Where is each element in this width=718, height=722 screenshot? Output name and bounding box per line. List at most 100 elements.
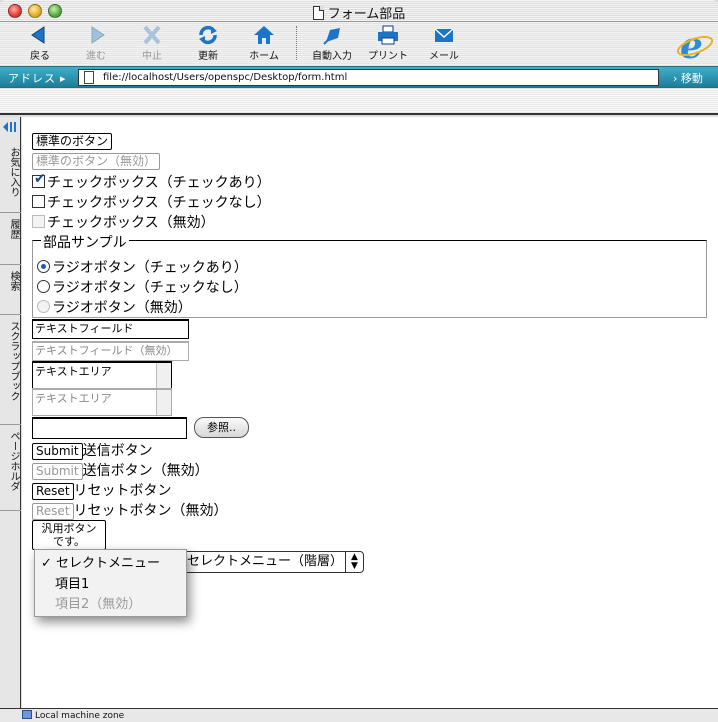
checkbox-checked[interactable]: ✔ — [32, 171, 46, 188]
toolbar-separator — [296, 26, 297, 60]
radio-unchecked[interactable] — [37, 280, 50, 293]
print-button[interactable]: プリント — [360, 24, 416, 62]
address-url: file://localhost/Users/openspc/Desktop/f… — [103, 72, 348, 83]
stop-label: 中止 — [142, 51, 162, 62]
refresh-icon — [199, 25, 217, 45]
select-option-selected[interactable]: ✓ セレクトメニュー — [41, 552, 160, 571]
standard-button-disabled: 標準のボタン（無効） — [32, 153, 161, 170]
back-button[interactable]: 戻る — [12, 24, 68, 62]
row-radio-unchecked: ラジオボタン（チェックなし） — [37, 277, 248, 297]
text-field[interactable]: テキストフィールド — [32, 319, 189, 339]
radio-disabled — [37, 300, 50, 313]
home-button[interactable]: ホーム — [236, 24, 292, 62]
document-icon — [312, 6, 324, 20]
title-bar: フォーム部品 — [0, 0, 718, 22]
refresh-label: 更新 — [198, 51, 218, 62]
checkbox-disabled-label: チェックボックス（無効） — [47, 215, 215, 231]
select-menu-popup: ✓ セレクトメニュー 項目1 項目2（無効） — [34, 549, 187, 617]
stop-button[interactable]: 中止 — [124, 24, 180, 62]
sidebar-tab-history[interactable]: 履歴 — [0, 213, 21, 265]
text-area-disabled: テキストエリア — [32, 388, 172, 416]
sidebar-tab-search[interactable]: 検索 — [0, 265, 21, 315]
sidebar-tab-favorites[interactable]: お気に入り — [0, 141, 21, 213]
reset-button-disabled: Reset — [32, 502, 74, 520]
go-label: 移動 — [680, 72, 703, 85]
radio-dot-icon — [41, 264, 46, 269]
generic-button-line2: です。 — [53, 535, 85, 548]
generic-button-line1: 汎用ボタン — [41, 522, 97, 535]
forward-label: 進む — [86, 51, 106, 62]
row-disabled-button: 標準のボタン（無効） — [32, 153, 161, 170]
reset-button[interactable]: Reset — [32, 482, 74, 500]
page-content: 標準のボタン 標準のボタン（無効） ✔ チェックボックス（チェックあり） チェック… — [22, 117, 718, 708]
address-label: アドレス — [8, 70, 66, 86]
status-bar: Local machine zone — [0, 708, 718, 722]
sidebar-toggle-icon[interactable] — [2, 120, 18, 134]
row-submit: Submit 送信ボタン — [32, 440, 153, 460]
forward-button[interactable]: 進む — [68, 24, 124, 62]
print-label: プリント — [368, 51, 408, 62]
select-option-item1[interactable]: 項目1 — [55, 573, 89, 592]
selected-check-icon: ✓ — [41, 556, 52, 571]
hierarchical-select-value: セレクトメニュー（階層） — [187, 554, 344, 569]
radio-disabled-label: ラジオボタン（無効） — [52, 300, 192, 316]
submit-button-disabled: Submit — [32, 462, 83, 480]
autofill-button[interactable]: 自動入力 — [304, 24, 360, 62]
print-icon — [378, 25, 398, 45]
sidebar-tab-page-holder[interactable]: ページホルダ — [0, 425, 21, 511]
back-arrow-icon — [31, 26, 45, 44]
go-button[interactable]: › 移動 — [673, 70, 703, 86]
mail-button[interactable]: メール — [416, 24, 472, 62]
sidebar-tab-scrapbook[interactable]: スクラップブック — [0, 315, 21, 425]
select-arrows-icon: ▲ ▼ — [345, 552, 363, 572]
reset-text: リセットボタン — [73, 483, 172, 499]
address-bar: アドレス file://localhost/Users/openspc/Desk… — [0, 66, 718, 88]
address-input[interactable]: file://localhost/Users/openspc/Desktop/f… — [78, 69, 659, 86]
back-label: 戻る — [30, 51, 50, 62]
file-path-field[interactable] — [32, 417, 187, 439]
submit-text: 送信ボタン — [82, 443, 153, 459]
text-area-value: テキストエリア — [35, 365, 112, 378]
text-field-disabled: テキストフィールド（無効） — [32, 341, 189, 361]
parts-sample-fieldset: 部品サンプル ラジオボタン（チェックあり） ラジオボタン（チェックなし） ラジオ… — [32, 232, 707, 318]
stop-icon — [143, 25, 161, 45]
browse-button[interactable]: 参照.. — [194, 417, 249, 438]
text-area-disabled-value: テキストエリア — [35, 392, 112, 405]
toolbar: 戻る 進む 中止 更新 ホーム 自動入力 プリント メール e — [0, 22, 718, 66]
ie-logo-icon: e — [676, 26, 714, 64]
home-label: ホーム — [249, 51, 279, 62]
checkbox-unchecked[interactable] — [32, 195, 45, 208]
text-area-disabled-scrollbar — [156, 390, 171, 415]
reset-disabled-text: リセットボタン（無効） — [73, 503, 228, 519]
checkbox-checked-label: チェックボックス（チェックあり） — [47, 175, 271, 191]
mail-icon — [434, 28, 454, 42]
select-option-0-label: セレクトメニュー — [56, 556, 161, 571]
submit-button[interactable]: Submit — [32, 442, 83, 460]
row-submit-disabled: Submit 送信ボタン（無効） — [32, 460, 209, 480]
radio-checked[interactable] — [37, 260, 50, 273]
refresh-button[interactable]: 更新 — [180, 24, 236, 62]
window-title-wrap: フォーム部品 — [0, 3, 718, 22]
mail-label: メール — [429, 51, 459, 62]
standard-button[interactable]: 標準のボタン — [32, 133, 113, 150]
explorer-sidebar: お気に入り 履歴 検索 スクラップブック ページホルダ — [0, 117, 21, 708]
window-title: フォーム部品 — [327, 7, 406, 22]
submit-disabled-text: 送信ボタン（無効） — [82, 463, 209, 479]
row-radio-checked: ラジオボタン（チェックあり） — [37, 257, 248, 277]
checkbox-unchecked-label: チェックボックス（チェックなし） — [47, 195, 271, 211]
zone-icon — [22, 710, 32, 719]
row-radio-disabled: ラジオボタン（無効） — [37, 297, 192, 317]
row-checkbox-unchecked: チェックボックス（チェックなし） — [32, 192, 271, 212]
row-standard-button: 標準のボタン — [32, 133, 113, 150]
text-area-scrollbar[interactable] — [156, 363, 171, 388]
row-checkbox-disabled: チェックボックス（無効） — [32, 212, 215, 232]
status-text: Local machine zone — [35, 711, 125, 721]
toolbar-stripe — [0, 89, 718, 115]
autofill-icon — [323, 28, 340, 45]
text-area[interactable]: テキストエリア — [32, 361, 172, 389]
generic-button[interactable]: 汎用ボタン です。 — [32, 520, 106, 550]
checkmark-icon: ✔ — [34, 171, 46, 187]
page-icon — [84, 71, 94, 84]
home-icon — [254, 26, 274, 44]
hierarchical-select[interactable]: セレクトメニュー（階層） ▲ ▼ — [170, 551, 364, 573]
